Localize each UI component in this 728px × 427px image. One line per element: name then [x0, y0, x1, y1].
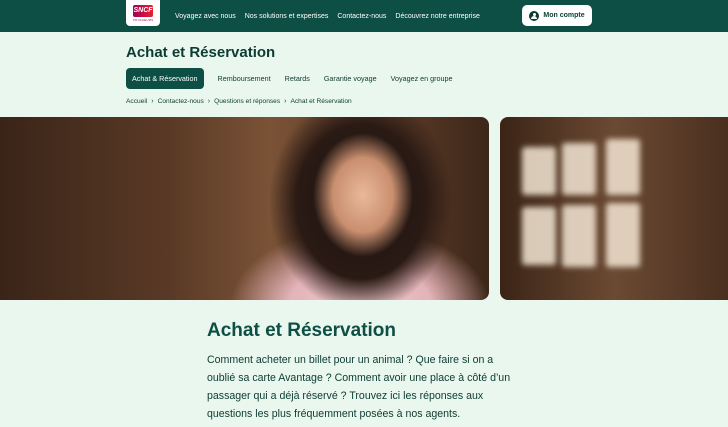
breadcrumb-current: Achat et Réservation [290, 98, 352, 105]
nav-nos-solutions[interactable]: Nos solutions et expertises [245, 13, 329, 20]
tab-remboursement[interactable]: Remboursement [218, 74, 271, 83]
main-menu: Voyagez avec nous Nos solutions et exper… [175, 0, 480, 32]
tab-garantie-voyage[interactable]: Garantie voyage [324, 74, 377, 83]
chevron-right-icon: › [207, 98, 211, 105]
user-icon [529, 10, 540, 21]
sncf-logo-subtitle: VOYAGEURS [132, 17, 154, 22]
tab-voyagez-en-groupe[interactable]: Voyagez en groupe [391, 74, 453, 83]
account-button-label: Mon compte [543, 12, 585, 19]
top-navigation-bar: SNCF VOYAGEURS Voyagez avec nous Nos sol… [0, 0, 728, 32]
hero-image-window [500, 117, 728, 300]
account-button[interactable]: Mon compte [522, 5, 592, 26]
sncf-logo-mark: SNCF [133, 4, 153, 17]
hero-image-portrait [0, 117, 489, 300]
breadcrumb-questions-reponses[interactable]: Questions et réponses [214, 98, 280, 105]
breadcrumb-contactez-nous[interactable]: Contactez-nous [158, 98, 204, 105]
breadcrumb: Accueil › Contactez-nous › Questions et … [126, 98, 352, 105]
section-tabs: Achat & Réservation Remboursement Retard… [126, 68, 453, 89]
chevron-right-icon: › [284, 98, 287, 105]
tab-retards[interactable]: Retards [285, 74, 310, 83]
sncf-logo[interactable]: SNCF VOYAGEURS [126, 0, 160, 26]
breadcrumb-accueil[interactable]: Accueil [126, 98, 147, 105]
intro-paragraph: Comment acheter un billet pour un animal… [207, 354, 511, 420]
nav-contactez-nous[interactable]: Contactez-nous [337, 13, 386, 20]
nav-voyagez-avec-nous[interactable]: Voyagez avec nous [175, 13, 236, 20]
page-title: Achat et Réservation [126, 44, 276, 61]
chevron-right-icon: › [151, 98, 154, 105]
section-heading: Achat et Réservation [207, 320, 397, 341]
nav-decouvrez-entreprise[interactable]: Découvrez notre entreprise [395, 13, 479, 20]
tab-achat-reservation[interactable]: Achat & Réservation [126, 68, 204, 89]
